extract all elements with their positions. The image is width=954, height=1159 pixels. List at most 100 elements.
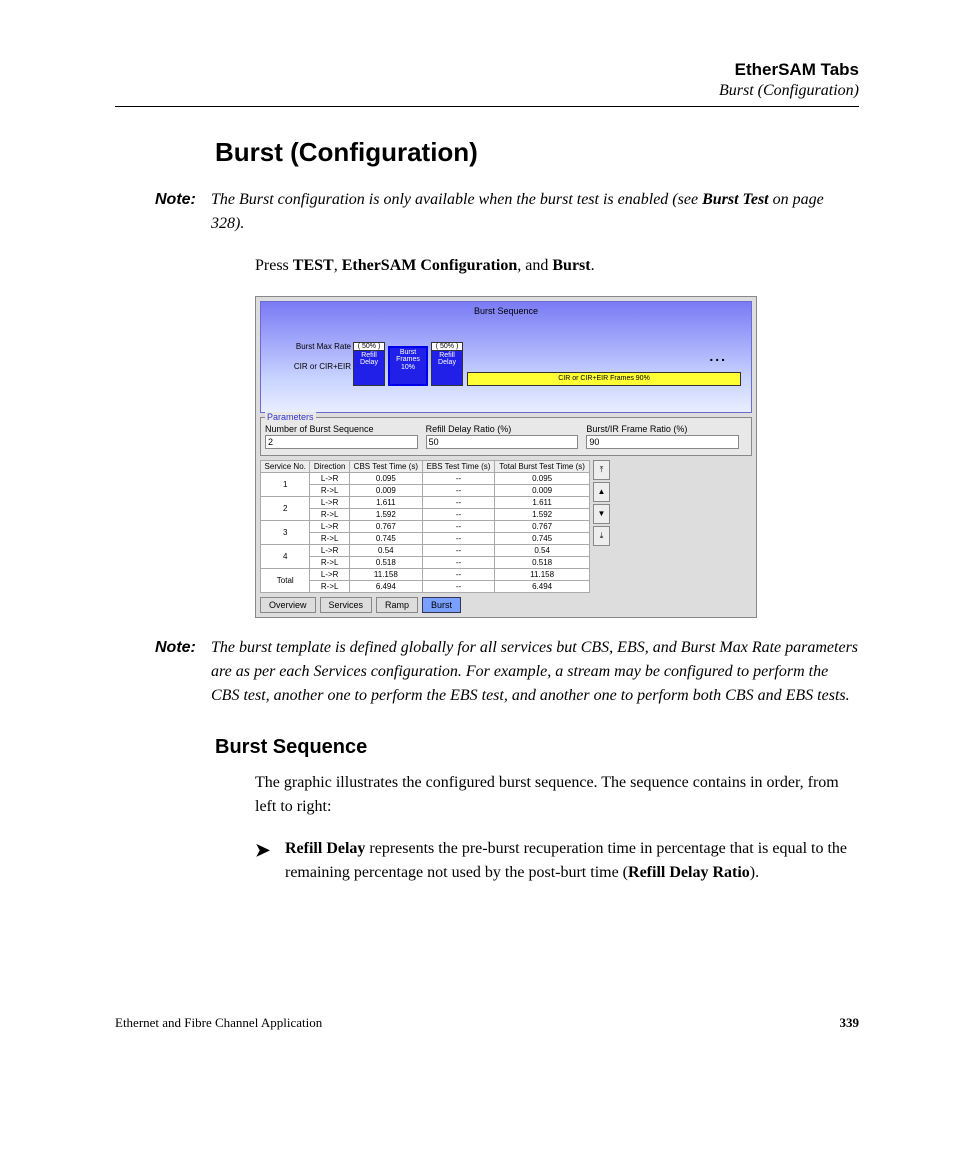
axis-burst-max-rate: Burst Max Rate [296, 342, 351, 351]
cell: L->R [310, 521, 349, 533]
cell: 0.095 [495, 473, 590, 485]
cell: L->R [310, 497, 349, 509]
cell-service: Total [261, 569, 310, 593]
cell: -- [422, 545, 494, 557]
cell: 11.158 [495, 569, 590, 581]
param-input-burst-seq[interactable] [265, 435, 418, 449]
table-row: R->L0.518--0.518 [261, 557, 590, 569]
tab-services[interactable]: Services [320, 597, 373, 613]
param-label-burst-seq: Number of Burst Sequence [265, 424, 418, 434]
table-row: R->L1.592--1.592 [261, 509, 590, 521]
param-label-refill-ratio: Refill Delay Ratio (%) [426, 424, 579, 434]
table-header: Direction [310, 461, 349, 473]
burst-frames-block: Burst Frames 10% [388, 346, 428, 386]
note-text: The Burst configuration is only availabl… [211, 191, 702, 208]
cell: 0.54 [495, 545, 590, 557]
cir-frames-block: CIR or CIR+EIR Frames 90% [467, 372, 741, 386]
table-header: CBS Test Time (s) [349, 461, 422, 473]
table-row: R->L0.009--0.009 [261, 485, 590, 497]
refill-head: ( 50% ) [353, 342, 385, 351]
cell: -- [422, 557, 494, 569]
refill-block-1: ( 50% ) Refill Delay [353, 342, 385, 386]
paragraph: The graphic illustrates the configured b… [255, 771, 859, 819]
scroll-button[interactable]: ▲ [593, 482, 610, 502]
scroll-buttons: ⤒▲▼⤓ [593, 460, 610, 546]
cell: -- [422, 497, 494, 509]
refill-block-2: ( 50% ) Refill Delay [431, 342, 463, 386]
tab-burst[interactable]: Burst [422, 597, 461, 613]
text: , [334, 257, 342, 274]
note-label: Note: [155, 188, 211, 236]
table-row: TotalL->R11.158--11.158 [261, 569, 590, 581]
parameters-legend: Parameters [265, 412, 316, 422]
note-body: The burst template is defined globally f… [211, 636, 859, 708]
note-1: Note: The Burst configuration is only av… [155, 188, 859, 236]
table-header: EBS Test Time (s) [422, 461, 494, 473]
results-table: Service No.DirectionCBS Test Time (s)EBS… [260, 460, 590, 593]
refill-body: Refill Delay [431, 350, 463, 386]
note-label: Note: [155, 636, 211, 708]
param-input-frame-ratio[interactable] [586, 435, 739, 449]
cell: 1.592 [495, 509, 590, 521]
burst-sequence-title: Burst Sequence [265, 306, 747, 316]
text: represents the pre-burst recuperation ti… [285, 840, 847, 881]
footer-book-title: Ethernet and Fibre Channel Application [115, 1015, 322, 1031]
cell: 6.494 [349, 581, 422, 593]
cell: 0.518 [495, 557, 590, 569]
table-row: 4L->R0.54--0.54 [261, 545, 590, 557]
cell: -- [422, 581, 494, 593]
cell: -- [422, 569, 494, 581]
cell: R->L [310, 509, 349, 521]
note-crossref: Burst Test [702, 191, 769, 208]
bullet-body: Refill Delay represents the pre-burst re… [285, 837, 859, 885]
cell: 0.745 [349, 533, 422, 545]
header-rule [115, 106, 859, 107]
table-row: 2L->R1.611--1.611 [261, 497, 590, 509]
param-input-refill-ratio[interactable] [426, 435, 579, 449]
results-table-wrap: Service No.DirectionCBS Test Time (s)EBS… [260, 460, 752, 593]
param-label-frame-ratio: Burst/IR Frame Ratio (%) [586, 424, 739, 434]
text: Press [255, 257, 293, 274]
cell: 6.494 [495, 581, 590, 593]
tab-overview[interactable]: Overview [260, 597, 316, 613]
kw-test: TEST [293, 257, 334, 274]
tab-ramp[interactable]: Ramp [376, 597, 418, 613]
scroll-button[interactable]: ⤒ [593, 460, 610, 480]
table-row: R->L6.494--6.494 [261, 581, 590, 593]
cell: R->L [310, 533, 349, 545]
refill-body: Refill Delay [353, 350, 385, 386]
cell: R->L [310, 581, 349, 593]
cell: 11.158 [349, 569, 422, 581]
cell: 0.767 [495, 521, 590, 533]
text: . [591, 257, 595, 274]
cell: L->R [310, 569, 349, 581]
cell: R->L [310, 557, 349, 569]
cell: L->R [310, 473, 349, 485]
scroll-button[interactable]: ▼ [593, 504, 610, 524]
cell-service: 1 [261, 473, 310, 497]
tab-row: OverviewServicesRampBurst [260, 597, 752, 613]
cell: 1.611 [349, 497, 422, 509]
footer-page-number: 339 [840, 1015, 860, 1031]
cell: 1.611 [495, 497, 590, 509]
ellipsis-icon: ... [709, 348, 727, 364]
term-refill-delay-ratio: Refill Delay Ratio [628, 864, 750, 881]
cell: -- [422, 533, 494, 545]
refill-head: ( 50% ) [431, 342, 463, 351]
cell: -- [422, 473, 494, 485]
cell: 0.745 [495, 533, 590, 545]
bullet-arrow-icon: ➤ [255, 837, 285, 885]
table-header: Total Burst Test Time (s) [495, 461, 590, 473]
diagram-row: ( 50% ) Refill Delay Burst Frames 10% ( … [353, 346, 741, 386]
cell: 0.54 [349, 545, 422, 557]
cell-service: 2 [261, 497, 310, 521]
parameters-panel: Parameters Number of Burst Sequence Refi… [260, 417, 752, 456]
cell: -- [422, 509, 494, 521]
page-title: Burst (Configuration) [215, 137, 859, 168]
header-section: Burst (Configuration) [115, 82, 859, 100]
scroll-button[interactable]: ⤓ [593, 526, 610, 546]
text: ). [750, 864, 759, 881]
cell: 0.518 [349, 557, 422, 569]
kw-ethersam: EtherSAM Configuration [342, 257, 518, 274]
page-footer: Ethernet and Fibre Channel Application 3… [115, 1015, 859, 1031]
